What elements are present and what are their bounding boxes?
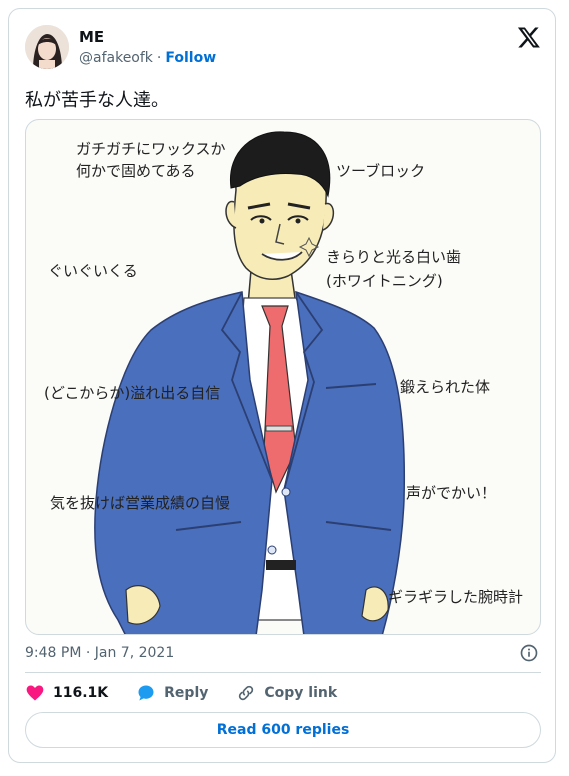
annotation-pushy: ぐいぐいくる — [48, 262, 138, 280]
annotation-two-block: ツーブロック — [336, 162, 426, 180]
like-count: 116.1K — [53, 685, 109, 701]
author-name[interactable]: ME — [79, 28, 104, 46]
annotation-white-teeth: きらりと光る白い歯 — [326, 248, 462, 266]
tweet-timestamp[interactable]: 9:48 PM · Jan 7, 2021 — [25, 645, 174, 661]
copy-link-button[interactable]: Copy link — [236, 683, 337, 703]
annotation-loud-voice: 声がでかい！ — [406, 484, 497, 502]
annotation-hair-wax: ガチガチにワックスか何かで固めてある — [76, 140, 226, 180]
follow-button[interactable]: Follow — [165, 50, 216, 66]
author-handle[interactable]: @afakeofk — [79, 50, 153, 66]
info-icon[interactable] — [519, 643, 539, 663]
separator: · — [156, 50, 162, 66]
action-bar: 116.1K Reply Copy link — [25, 681, 337, 705]
annotation-confidence: (どこからか)溢れ出る自信 — [44, 384, 221, 402]
reply-button[interactable]: Reply — [136, 683, 208, 703]
annotation-flashy-watch: ギラギラした腕時計 — [388, 588, 524, 606]
x-logo[interactable] — [517, 25, 541, 49]
avatar[interactable] — [25, 25, 69, 69]
like-button[interactable]: 116.1K — [25, 683, 108, 703]
tweet-media[interactable]: ガチガチにワックスか何かで固めてある ツーブロック きらりと光る白い歯 (ホワイ… — [25, 119, 541, 635]
copy-link-label: Copy link — [264, 685, 338, 701]
annotation-trained-body: 鍛えられた体 — [400, 378, 491, 396]
link-icon — [239, 685, 254, 701]
reply-bubble-icon — [138, 685, 154, 701]
read-replies-button[interactable]: Read 600 replies — [25, 712, 541, 748]
annotation-whitening: (ホワイトニング) — [326, 272, 443, 290]
annotation-sales-brag: 気を抜けば営業成績の自慢 — [50, 494, 231, 512]
heart-icon — [26, 685, 44, 701]
reply-label: Reply — [164, 685, 209, 701]
divider — [25, 672, 541, 673]
author-handle-row: @afakeofk · Follow — [79, 50, 216, 66]
tweet-card: ME @afakeofk · Follow 私が苦手な人達。 ガチガチにワックス… — [8, 8, 556, 763]
tweet-text: 私が苦手な人達。 — [25, 90, 169, 111]
